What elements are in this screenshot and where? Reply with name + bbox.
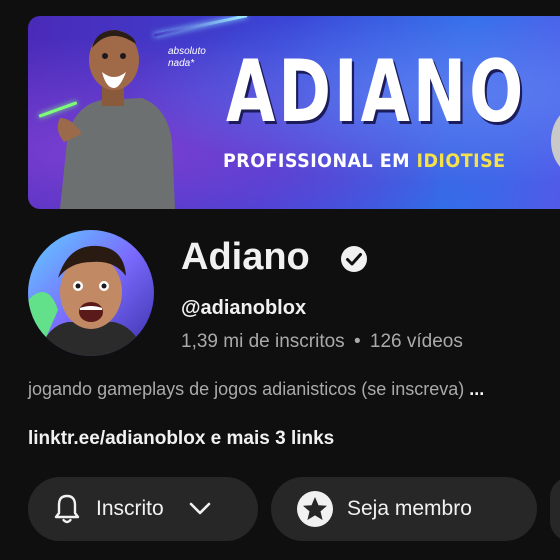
subscribed-button[interactable]: Inscrito bbox=[28, 477, 258, 541]
join-membership-label: Seja membro bbox=[347, 497, 472, 520]
channel-handle: @adianoblox bbox=[181, 297, 307, 319]
channel-name: Adiano bbox=[181, 236, 310, 278]
chevron-down-icon bbox=[189, 502, 210, 515]
description-more[interactable]: ... bbox=[469, 379, 484, 399]
description-text: jogando gameplays de jogos adianisticos … bbox=[28, 379, 470, 399]
star-badge-icon bbox=[297, 491, 333, 527]
avatar[interactable] bbox=[28, 230, 154, 356]
channel-links[interactable]: linktr.ee/adianoblox e mais 3 links bbox=[28, 428, 334, 450]
channel-description[interactable]: jogando gameplays de jogos adianisticos … bbox=[28, 379, 560, 400]
banner-person-illustration bbox=[57, 30, 175, 209]
channel-banner: absoluto nada* ADIANO PROFISSIONAL EM ID… bbox=[28, 16, 560, 209]
channel-page: absoluto nada* ADIANO PROFISSIONAL EM ID… bbox=[0, 0, 560, 560]
join-membership-button[interactable]: Seja membro bbox=[271, 477, 537, 541]
stats-separator: • bbox=[353, 331, 361, 352]
bell-icon bbox=[54, 494, 80, 524]
banner-tagline: absoluto nada* bbox=[168, 46, 206, 69]
channel-stats: 1,39 mi de inscritos • 126 vídeos bbox=[181, 331, 463, 353]
primary-link[interactable]: linktr.ee/adianoblox bbox=[28, 428, 205, 449]
banner-title: ADIANO bbox=[226, 42, 527, 142]
subscriber-count: 1,39 mi de inscritos bbox=[181, 331, 345, 352]
banner-subtitle-highlight: IDIOTISE bbox=[416, 150, 506, 172]
more-actions-button[interactable] bbox=[550, 477, 560, 541]
banner-subtitle-main: PROFISSIONAL EM bbox=[223, 150, 417, 172]
more-links[interactable]: e mais 3 links bbox=[205, 428, 335, 449]
banner-subtitle: PROFISSIONAL EM IDIOTISE bbox=[223, 150, 506, 172]
video-count: 126 vídeos bbox=[369, 331, 463, 352]
subscribed-label: Inscrito bbox=[96, 497, 164, 520]
banner-head-illustration bbox=[551, 115, 560, 167]
check-circle-icon bbox=[341, 246, 367, 272]
